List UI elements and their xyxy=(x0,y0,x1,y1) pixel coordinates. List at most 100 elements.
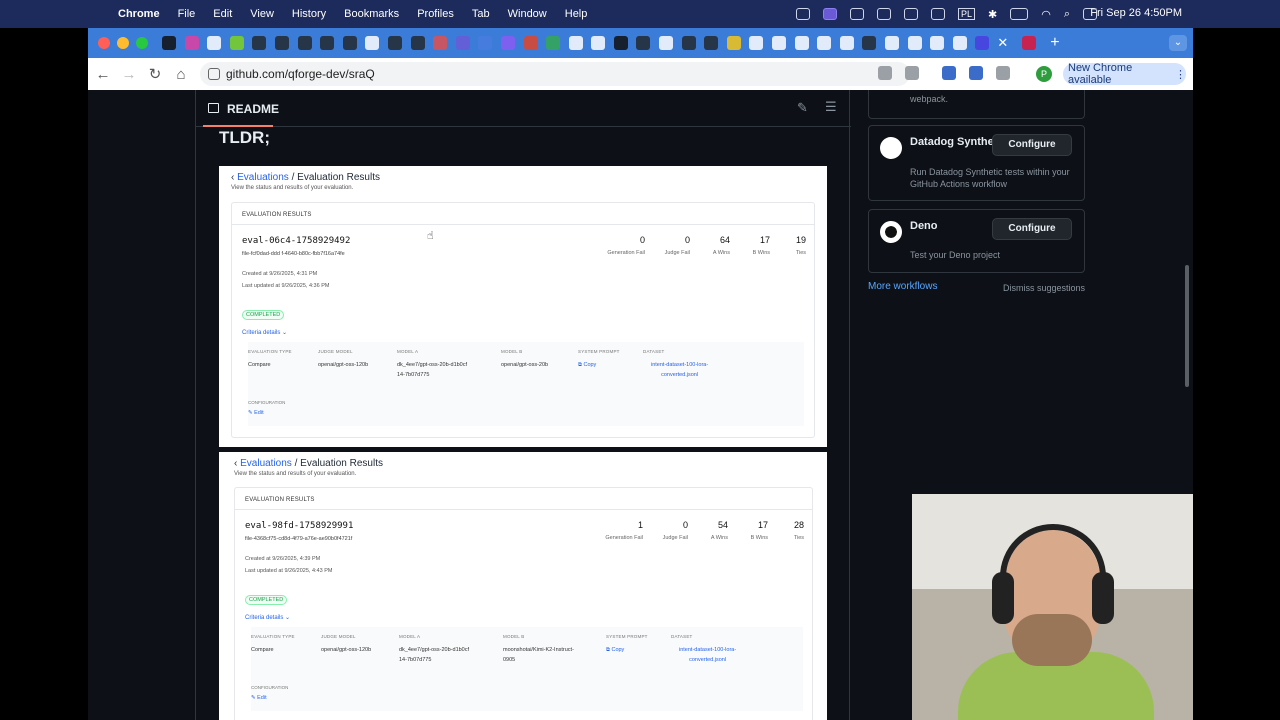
profile-avatar[interactable]: P xyxy=(1036,66,1052,82)
zoom-window-button[interactable] xyxy=(136,37,148,49)
wifi-icon[interactable]: ◠ xyxy=(1041,8,1051,21)
screen-record-icon[interactable] xyxy=(822,8,837,20)
tab-favicon-icon[interactable] xyxy=(839,36,854,50)
tab-favicon-icon[interactable] xyxy=(433,36,448,50)
bluetooth-icon[interactable]: ✱ xyxy=(988,8,997,21)
criteria-details-toggle[interactable]: Criteria details ⌄ xyxy=(242,329,287,336)
tab-favicon-icon[interactable] xyxy=(659,36,674,50)
scrollbar[interactable] xyxy=(1185,265,1189,387)
tab-favicon-icon[interactable] xyxy=(885,36,899,50)
install-app-icon[interactable] xyxy=(878,66,892,80)
copy-prompt-link[interactable]: ⧉ Copy xyxy=(606,645,624,655)
battery-icon[interactable] xyxy=(1010,8,1029,20)
extension-icon[interactable] xyxy=(942,66,956,80)
home-icon[interactable]: ⌂ xyxy=(168,66,194,83)
status-icon[interactable] xyxy=(849,8,864,20)
github-tab-icon[interactable] xyxy=(365,36,380,50)
tab-favicon-icon[interactable] xyxy=(930,36,945,50)
new-chrome-available-button[interactable]: New Chrome available ⋮ xyxy=(1063,62,1186,86)
breadcrumb-link[interactable]: Evaluations xyxy=(237,172,289,183)
extension-icon[interactable] xyxy=(969,66,983,80)
tab-favicon-icon[interactable] xyxy=(794,36,809,50)
tab-favicon-icon[interactable] xyxy=(455,36,470,50)
back-icon[interactable]: ← xyxy=(90,66,116,83)
tab-favicon-icon[interactable] xyxy=(568,36,583,50)
status-icon[interactable] xyxy=(903,8,918,20)
menubar-clock[interactable]: Fri Sep 26 4:50PM xyxy=(1090,7,1182,19)
address-bar[interactable]: github.com/qforge-dev/sraQ xyxy=(200,62,910,86)
more-workflows-link[interactable]: More workflows xyxy=(868,281,937,292)
input-source-label[interactable]: PL xyxy=(957,8,975,20)
reload-icon[interactable]: ↻ xyxy=(142,65,168,83)
dataset-link[interactable]: intent-dataset-100-lora- converted.jsonl xyxy=(651,360,708,380)
tab-favicon-icon[interactable] xyxy=(342,36,357,50)
tab-favicon-icon[interactable] xyxy=(636,36,651,50)
readme-tab[interactable]: README xyxy=(227,102,279,116)
status-icon[interactable] xyxy=(795,8,810,20)
tab-search-chevron-icon[interactable]: ⌄ xyxy=(1169,35,1187,51)
bookmark-star-icon[interactable] xyxy=(905,66,919,80)
edit-pencil-icon[interactable]: ✎ xyxy=(797,100,808,116)
github-tab-icon[interactable] xyxy=(252,36,267,50)
tab-favicon-icon[interactable] xyxy=(591,36,606,50)
copy-prompt-link[interactable]: ⧉ Copy xyxy=(578,360,596,370)
menu-tab[interactable]: Tab xyxy=(472,8,490,20)
menu-history[interactable]: History xyxy=(292,8,326,20)
status-icon[interactable] xyxy=(930,8,945,20)
menu-kebab-icon[interactable]: ⋮ xyxy=(1175,68,1186,81)
dataset-link[interactable]: intent-dataset-100-lora- converted.jsonl xyxy=(679,645,736,665)
edit-config-link[interactable]: ✎ Edit xyxy=(248,410,264,416)
status-icon[interactable] xyxy=(876,8,891,20)
menu-bookmarks[interactable]: Bookmarks xyxy=(344,8,399,20)
github-tab-icon[interactable] xyxy=(681,36,696,50)
tab-favicon-icon[interactable] xyxy=(207,36,222,50)
menu-app-name[interactable]: Chrome xyxy=(118,8,160,20)
tab-favicon-icon[interactable] xyxy=(613,36,628,50)
tab-favicon-icon[interactable] xyxy=(772,36,787,50)
breadcrumb-link[interactable]: Evaluations xyxy=(240,458,292,469)
menu-help[interactable]: Help xyxy=(565,8,588,20)
tab-favicon-icon[interactable] xyxy=(478,36,493,50)
stat-ties: 28 Ties xyxy=(768,520,804,541)
extensions-puzzle-icon[interactable] xyxy=(996,66,1010,80)
new-tab-icon[interactable]: + xyxy=(1050,34,1059,52)
tab-favicon-icon[interactable] xyxy=(320,36,335,50)
tab-favicon-icon[interactable] xyxy=(726,36,741,50)
close-window-button[interactable] xyxy=(98,37,110,49)
tab-favicon-icon[interactable] xyxy=(229,36,244,50)
tab-favicon-icon[interactable] xyxy=(184,36,199,50)
outline-list-icon[interactable]: ☰ xyxy=(825,99,837,115)
menu-edit[interactable]: Edit xyxy=(213,8,232,20)
tab-favicon-icon[interactable] xyxy=(274,36,289,50)
tab-favicon-icon[interactable] xyxy=(952,36,967,50)
tab-favicon-icon[interactable] xyxy=(817,36,832,50)
site-info-icon[interactable] xyxy=(208,68,220,80)
tab-favicon-icon[interactable] xyxy=(907,36,922,50)
tab-favicon-icon[interactable] xyxy=(749,36,764,50)
menu-profiles[interactable]: Profiles xyxy=(417,8,454,20)
tab-favicon-icon[interactable] xyxy=(410,36,425,50)
criteria-details-toggle[interactable]: Criteria details ⌄ xyxy=(245,614,290,621)
configure-button[interactable]: Configure xyxy=(992,218,1072,240)
search-icon[interactable]: ⌕ xyxy=(1064,8,1070,21)
github-tab-icon[interactable] xyxy=(862,36,877,50)
github-tab-icon[interactable] xyxy=(704,36,719,50)
menu-file[interactable]: File xyxy=(178,8,196,20)
forward-icon[interactable]: → xyxy=(116,66,142,83)
menu-view[interactable]: View xyxy=(250,8,274,20)
tab-favicon-icon[interactable] xyxy=(162,36,176,50)
edit-config-link[interactable]: ✎ Edit xyxy=(251,695,267,701)
url-text[interactable]: github.com/qforge-dev/sraQ xyxy=(226,67,375,81)
tab-favicon-icon[interactable] xyxy=(500,36,515,50)
tab-favicon-icon[interactable] xyxy=(297,36,312,50)
tab-favicon-icon[interactable] xyxy=(546,36,561,50)
tab-favicon-icon[interactable] xyxy=(975,36,990,50)
youtube-tab-icon[interactable] xyxy=(1022,36,1037,50)
gmail-tab-icon[interactable] xyxy=(523,36,538,50)
menu-window[interactable]: Window xyxy=(508,8,547,20)
close-tab-icon[interactable]: ✕ xyxy=(997,35,1008,51)
minimize-window-button[interactable] xyxy=(117,37,129,49)
configure-button[interactable]: Configure xyxy=(992,134,1072,156)
tab-favicon-icon[interactable] xyxy=(387,36,402,50)
dismiss-suggestions-link[interactable]: Dismiss suggestions xyxy=(1003,283,1085,293)
